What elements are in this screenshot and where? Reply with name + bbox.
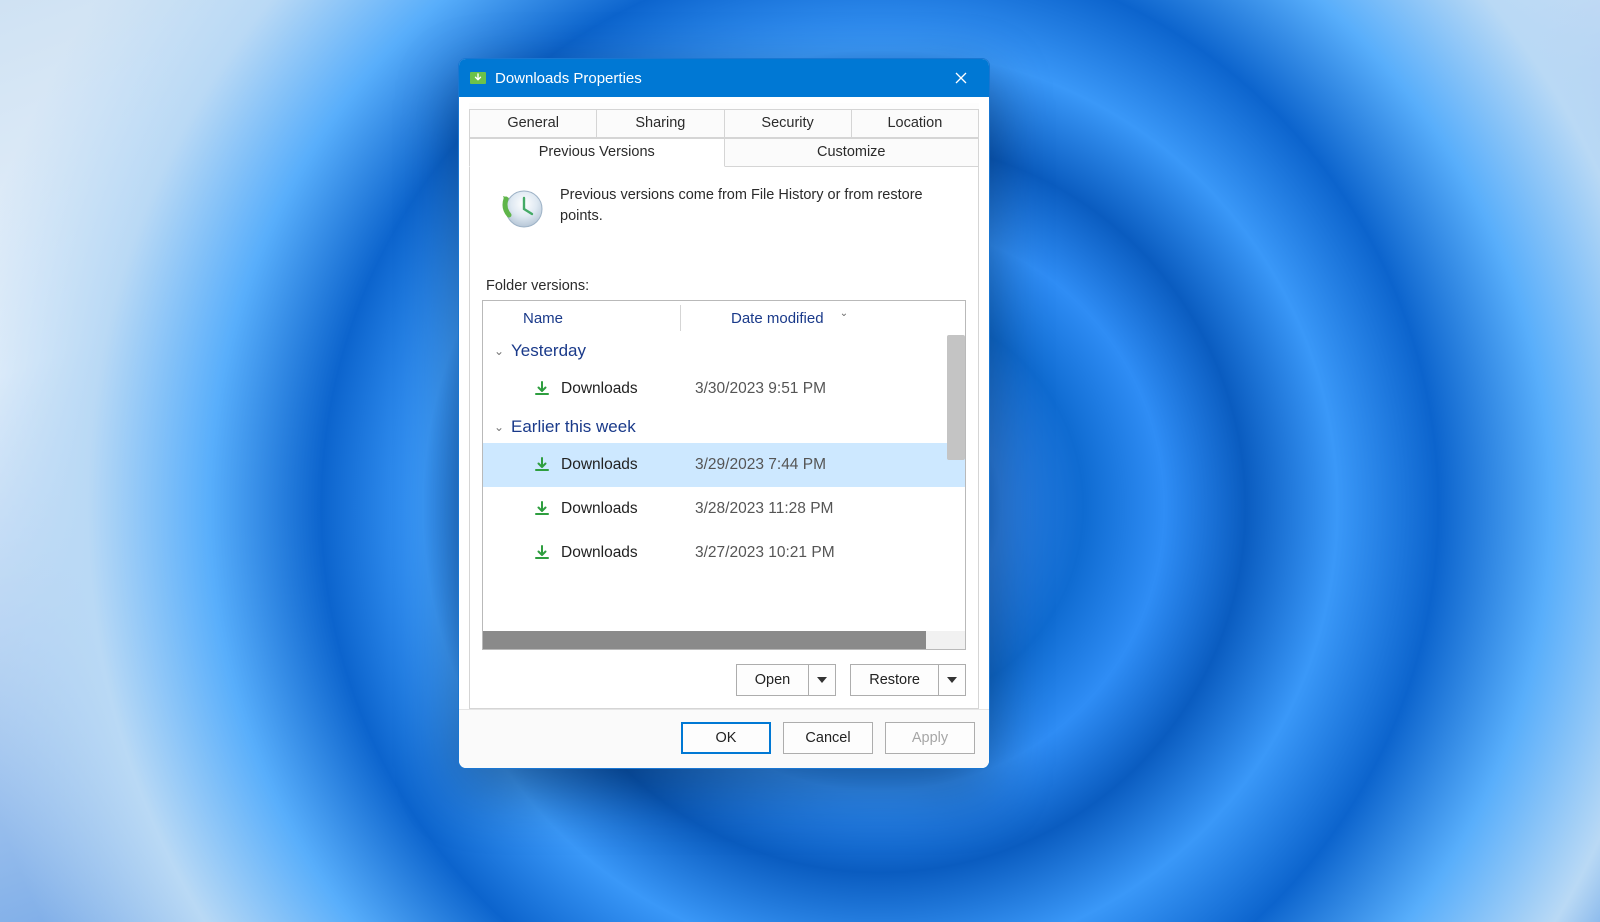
row-name-cell: Downloads bbox=[483, 380, 683, 398]
download-icon bbox=[533, 544, 551, 562]
tab-general[interactable]: General bbox=[469, 109, 597, 138]
cancel-button[interactable]: Cancel bbox=[783, 722, 873, 754]
restore-split-button: Restore bbox=[850, 664, 966, 696]
tab-location[interactable]: Location bbox=[852, 109, 979, 138]
window-title: Downloads Properties bbox=[495, 70, 939, 87]
open-split-button: Open bbox=[736, 664, 836, 696]
tab-customize[interactable]: Customize bbox=[725, 138, 980, 167]
restore-dropdown[interactable] bbox=[938, 665, 965, 695]
list-header: Name ⌄ Date modified bbox=[483, 301, 965, 335]
open-dropdown[interactable] bbox=[808, 665, 835, 695]
open-button[interactable]: Open bbox=[737, 665, 808, 695]
action-row: Open Restore bbox=[482, 664, 966, 696]
version-row[interactable]: Downloads 3/28/2023 11:28 PM bbox=[483, 487, 965, 531]
download-icon bbox=[533, 544, 551, 562]
versions-list: Name ⌄ Date modified ⌄ Yesterday Downloads… bbox=[482, 300, 966, 650]
apply-button[interactable]: Apply bbox=[885, 722, 975, 754]
titlebar[interactable]: Downloads Properties bbox=[459, 59, 989, 97]
dialog-body: General Sharing Security Location Previo… bbox=[459, 97, 989, 709]
download-icon bbox=[533, 456, 551, 474]
chevron-down-icon: ⌄ bbox=[493, 420, 505, 434]
version-row[interactable]: Downloads 3/30/2023 9:51 PM bbox=[483, 367, 965, 411]
version-row[interactable]: Downloads 3/29/2023 7:44 PM bbox=[483, 443, 965, 487]
file-history-icon bbox=[498, 185, 546, 238]
row-name: Downloads bbox=[561, 456, 638, 474]
download-icon bbox=[533, 456, 551, 474]
tab-sharing[interactable]: Sharing bbox=[597, 109, 724, 138]
vertical-scrollbar-thumb[interactable] bbox=[947, 335, 965, 460]
group-label: Yesterday bbox=[511, 341, 586, 361]
chevron-down-icon bbox=[947, 677, 957, 683]
sort-caret-icon: ⌄ bbox=[840, 308, 848, 319]
intro-text: Previous versions come from File History… bbox=[560, 185, 950, 238]
row-name-cell: Downloads bbox=[483, 544, 683, 562]
column-date-label: Date modified bbox=[731, 310, 824, 327]
chevron-down-icon bbox=[817, 677, 827, 683]
tab-previous-versions[interactable]: Previous Versions bbox=[469, 138, 725, 167]
row-name: Downloads bbox=[561, 380, 638, 398]
ok-button[interactable]: OK bbox=[681, 722, 771, 754]
row-name-cell: Downloads bbox=[483, 456, 683, 474]
tab-security[interactable]: Security bbox=[725, 109, 852, 138]
version-row[interactable]: Downloads 3/27/2023 10:21 PM bbox=[483, 531, 965, 575]
group-header[interactable]: ⌄ Earlier this week bbox=[483, 411, 965, 443]
chevron-down-icon: ⌄ bbox=[493, 344, 505, 358]
horizontal-scrollbar[interactable] bbox=[483, 631, 965, 649]
download-icon bbox=[533, 500, 551, 518]
list-body: ⌄ Yesterday Downloads 3/30/2023 9:51 PM ⌄ Ear… bbox=[483, 335, 965, 631]
dialog-footer: OK Cancel Apply bbox=[459, 709, 989, 768]
row-date-cell: 3/27/2023 10:21 PM bbox=[683, 544, 965, 562]
group-label: Earlier this week bbox=[511, 417, 636, 437]
download-icon bbox=[533, 380, 551, 398]
restore-button[interactable]: Restore bbox=[851, 665, 938, 695]
row-name-cell: Downloads bbox=[483, 500, 683, 518]
download-icon bbox=[533, 380, 551, 398]
column-date[interactable]: ⌄ Date modified bbox=[723, 310, 965, 327]
downloads-folder-icon bbox=[469, 69, 487, 87]
tab-content: Previous versions come from File History… bbox=[469, 166, 979, 709]
group-header[interactable]: ⌄ Yesterday bbox=[483, 335, 965, 367]
tab-strip: General Sharing Security Location Previo… bbox=[469, 103, 979, 167]
folder-versions-label: Folder versions: bbox=[486, 278, 966, 294]
horizontal-scrollbar-thumb[interactable] bbox=[483, 631, 926, 649]
download-icon bbox=[533, 500, 551, 518]
row-date-cell: 3/30/2023 9:51 PM bbox=[683, 380, 965, 398]
column-divider[interactable] bbox=[680, 305, 681, 331]
row-date-cell: 3/29/2023 7:44 PM bbox=[683, 456, 965, 474]
intro-block: Previous versions come from File History… bbox=[482, 185, 966, 248]
row-date-cell: 3/28/2023 11:28 PM bbox=[683, 500, 965, 518]
properties-dialog: Downloads Properties General Sharing Sec… bbox=[458, 58, 990, 769]
close-icon bbox=[955, 72, 967, 84]
column-name[interactable]: Name bbox=[483, 310, 723, 327]
close-button[interactable] bbox=[939, 63, 983, 93]
row-name: Downloads bbox=[561, 500, 638, 518]
row-name: Downloads bbox=[561, 544, 638, 562]
